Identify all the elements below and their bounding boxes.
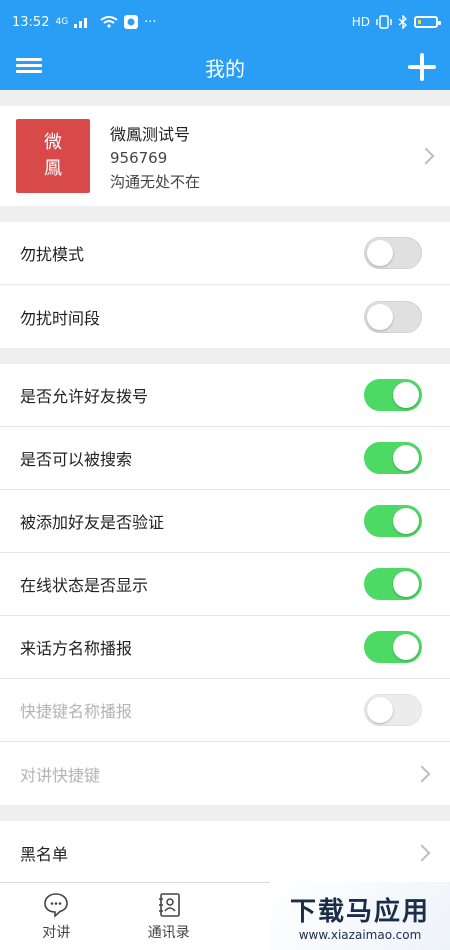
tab-contacts[interactable]: 通讯录 (113, 883, 226, 950)
profile-signature: 沟通无处不在 (110, 172, 201, 191)
vibrate-icon (376, 15, 392, 29)
tab-intercom[interactable]: 对讲 (0, 883, 113, 950)
page-title: 我的 (205, 56, 245, 81)
settings-group-privacy: 是否允许好友拨号 是否可以被搜索 被添加好友是否验证 在线状态是否显示 来话方名… (0, 364, 450, 805)
setting-label: 是否允许好友拨号 (20, 387, 149, 406)
toggle-switch[interactable] (364, 568, 422, 600)
toggle-switch[interactable] (364, 631, 422, 663)
toggle-switch[interactable] (364, 505, 422, 537)
avatar: 微 鳳 (16, 119, 90, 193)
setting-label: 对讲快捷键 (20, 765, 101, 785)
setting-label: 勿扰时间段 (20, 308, 101, 328)
toggle-switch (364, 694, 422, 726)
setting-row-intercom-shortcut: 对讲快捷键 (0, 742, 450, 805)
avatar-char-2: 鳳 (44, 158, 62, 179)
setting-row-searchable[interactable]: 是否可以被搜索 (0, 427, 450, 490)
settings-group-blacklist: 黑名单 (0, 821, 450, 884)
chevron-right-icon (413, 844, 431, 861)
status-bar: 13:52 4G ··· HD (0, 0, 450, 44)
signal-icon (74, 18, 88, 28)
menu-icon[interactable] (16, 55, 42, 79)
title-bar: 我的 (0, 44, 450, 90)
settings-group-dnd: 勿扰模式 勿扰时间段 (0, 222, 450, 348)
setting-row-online-status[interactable]: 在线状态是否显示 (0, 553, 450, 616)
setting-label: 是否可以被搜索 (20, 450, 133, 469)
bottom-tab-bar: 对讲 通讯录 下载马应用 www.xiazaimao.com (0, 882, 450, 950)
setting-label: 黑名单 (20, 844, 69, 864)
toggle-switch[interactable] (364, 379, 422, 411)
wifi-icon (100, 16, 118, 28)
bluetooth-icon (398, 15, 408, 29)
more-notifications-icon: ··· (144, 14, 157, 30)
profile-card[interactable]: 微 鳳 微鳳测试号 956769 沟通无处不在 (0, 106, 450, 206)
toggle-switch[interactable] (364, 237, 422, 269)
setting-row-allow-friend-call[interactable]: 是否允许好友拨号 (0, 364, 450, 427)
setting-label: 在线状态是否显示 (20, 576, 149, 595)
contacts-icon (158, 892, 180, 917)
watermark-logo: 下载马应用 www.xiazaimao.com (270, 882, 450, 950)
watermark-url: www.xiazaimao.com (298, 927, 422, 942)
profile-id: 956769 (110, 148, 168, 167)
setting-row-friend-verify[interactable]: 被添加好友是否验证 (0, 490, 450, 553)
setting-label: 来话方名称播报 (20, 639, 133, 658)
battery-icon (414, 16, 441, 28)
app-notification-icon (124, 15, 139, 29)
add-icon[interactable] (408, 53, 436, 81)
toggle-switch[interactable] (364, 300, 422, 333)
setting-row-caller-announce[interactable]: 来话方名称播报 (0, 616, 450, 679)
setting-row-dnd-period[interactable]: 勿扰时间段 (0, 285, 450, 348)
setting-row-dnd-mode[interactable]: 勿扰模式 (0, 222, 450, 285)
watermark-title: 下载马应用 (289, 896, 430, 927)
tab-label: 对讲 (42, 924, 71, 941)
setting-label: 快捷键名称播报 (20, 702, 133, 721)
status-time: 13:52 (12, 14, 50, 30)
setting-row-blacklist[interactable]: 黑名单 (0, 821, 450, 884)
avatar-char-1: 微 (44, 132, 62, 153)
hd-indicator: HD (351, 15, 370, 29)
chevron-right-icon (413, 765, 431, 782)
setting-row-shortcut-announce: 快捷键名称播报 (0, 679, 450, 742)
network-indicator: 4G (55, 17, 69, 27)
chevron-right-icon (417, 147, 435, 165)
chat-bubble-icon (44, 892, 69, 918)
profile-name: 微鳳测试号 (110, 124, 191, 144)
setting-label: 被添加好友是否验证 (20, 513, 165, 532)
setting-label: 勿扰模式 (20, 245, 85, 264)
toggle-switch[interactable] (364, 442, 422, 474)
tab-label: 通讯录 (147, 924, 190, 941)
